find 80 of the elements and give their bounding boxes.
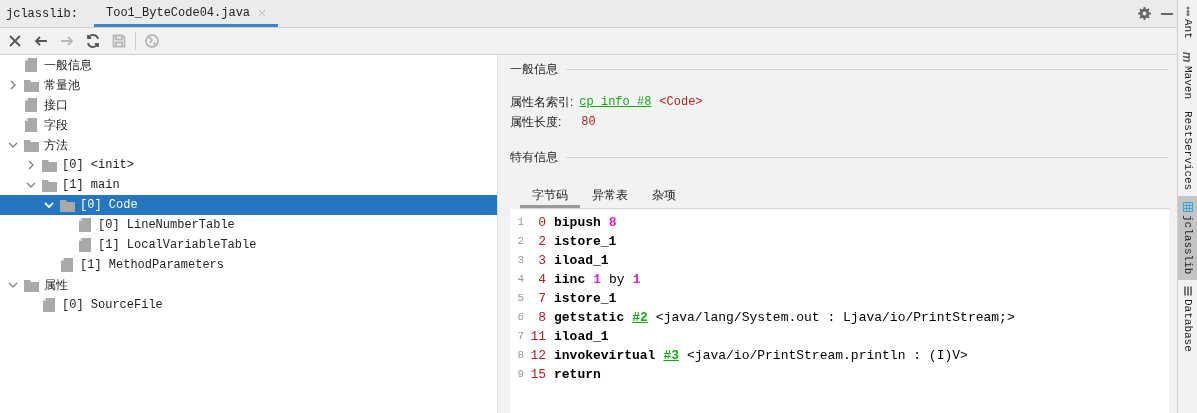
minimize-icon[interactable] [1161,12,1173,15]
instruction: getstatic #2 <java/lang/System.out : Ljava/io/PrintStream;> [554,308,1015,327]
line-number: 7 [516,329,524,345]
file-icon [43,298,55,312]
bytecode-offset: 12 [529,346,546,365]
folder-icon [59,198,75,212]
tree-item[interactable]: [0] <init> [0,155,497,175]
file-icon [25,98,37,112]
side-tab[interactable]: jclasslib [1178,196,1197,281]
tab[interactable]: 异常表 [580,185,640,208]
instruction: iload_1 [554,327,609,346]
field-label: 属性长度: [510,114,562,131]
folder-icon [41,158,57,172]
line-number: 4 [516,272,524,288]
tree-item[interactable]: 属性 [0,275,497,295]
tree-item[interactable]: [0] LineNumberTable [0,215,497,235]
chevron-down-icon[interactable] [8,140,18,150]
line-number: 1 [516,215,524,231]
panel-title: jclasslib: [5,5,79,23]
file-icon [25,58,37,72]
file-icon [79,238,91,252]
chevron-down-icon[interactable] [26,180,36,190]
close-icon [7,33,23,49]
line-number: 3 [516,253,524,269]
instruction: iload_1 [554,251,609,270]
chevron-down-icon[interactable] [44,200,54,210]
grid-icon [1182,202,1193,213]
line-number: 8 [516,348,524,364]
field-label: 属性名索引: [510,94,574,111]
bytecode-offset: 3 [537,251,546,270]
chevron-right-icon[interactable] [8,80,18,90]
bytecode-offset: 15 [529,365,546,384]
section-title: 一般信息 [510,61,558,78]
section-title: 特有信息 [510,149,558,166]
chevron-right-icon[interactable] [26,160,36,170]
bytecode-offset: 0 [537,213,546,232]
instruction: istore_1 [554,289,617,308]
line-number: 2 [516,234,524,250]
tree-item[interactable]: 接口 [0,95,497,115]
side-tab[interactable]: RestServices [1178,104,1197,197]
folder-icon [23,78,39,92]
folder-icon [41,178,57,192]
field-value: 80 [581,114,596,131]
line-number: 9 [516,367,524,383]
tree-item[interactable]: [1] main [0,175,497,195]
bytecode-offset: 11 [529,327,546,346]
side-tab[interactable]: m Maven [1178,44,1197,105]
settings-icon[interactable] [1138,7,1151,20]
side-tab[interactable]: Ant [1178,0,1197,45]
instruction: bipush 8 [554,213,617,232]
field-value: <Code> [659,94,703,111]
database-icon [1182,286,1193,297]
bytecode-offset: 2 [537,232,546,251]
side-tab[interactable]: Database [1178,280,1197,359]
tree-item[interactable]: 一般信息 [0,55,497,75]
instruction: return [554,365,601,384]
chevron-down-icon[interactable] [8,280,18,290]
bytecode-offset: 7 [537,289,546,308]
tree-item[interactable]: [1] LocalVariableTable [0,235,497,255]
bytecode-offset: 4 [537,270,546,289]
tree-item[interactable]: [0] Code [0,195,497,215]
line-number: 6 [516,310,524,326]
folder-icon [23,138,39,152]
bytecode-offset: 8 [537,308,546,327]
instruction: invokevirtual #3 <java/io/PrintStream.println : (I)V> [554,346,968,365]
tree-item[interactable]: 字段 [0,115,497,135]
tree-item[interactable]: [0] SourceFile [0,295,497,315]
tree-item[interactable]: 方法 [0,135,497,155]
tab[interactable]: 杂项 [640,185,688,208]
folder-icon [23,278,39,292]
instruction: istore_1 [554,232,617,251]
maven-icon: m [1181,51,1194,63]
file-icon [25,118,37,132]
tree-item[interactable]: [1] MethodParameters [0,255,497,275]
tree-item[interactable]: 常量池 [0,75,497,95]
instruction: iinc 1 by 1 [554,270,641,289]
file-icon [61,258,73,272]
refresh-icon [85,33,101,49]
file-icon [79,218,91,232]
line-number: 5 [516,291,524,307]
